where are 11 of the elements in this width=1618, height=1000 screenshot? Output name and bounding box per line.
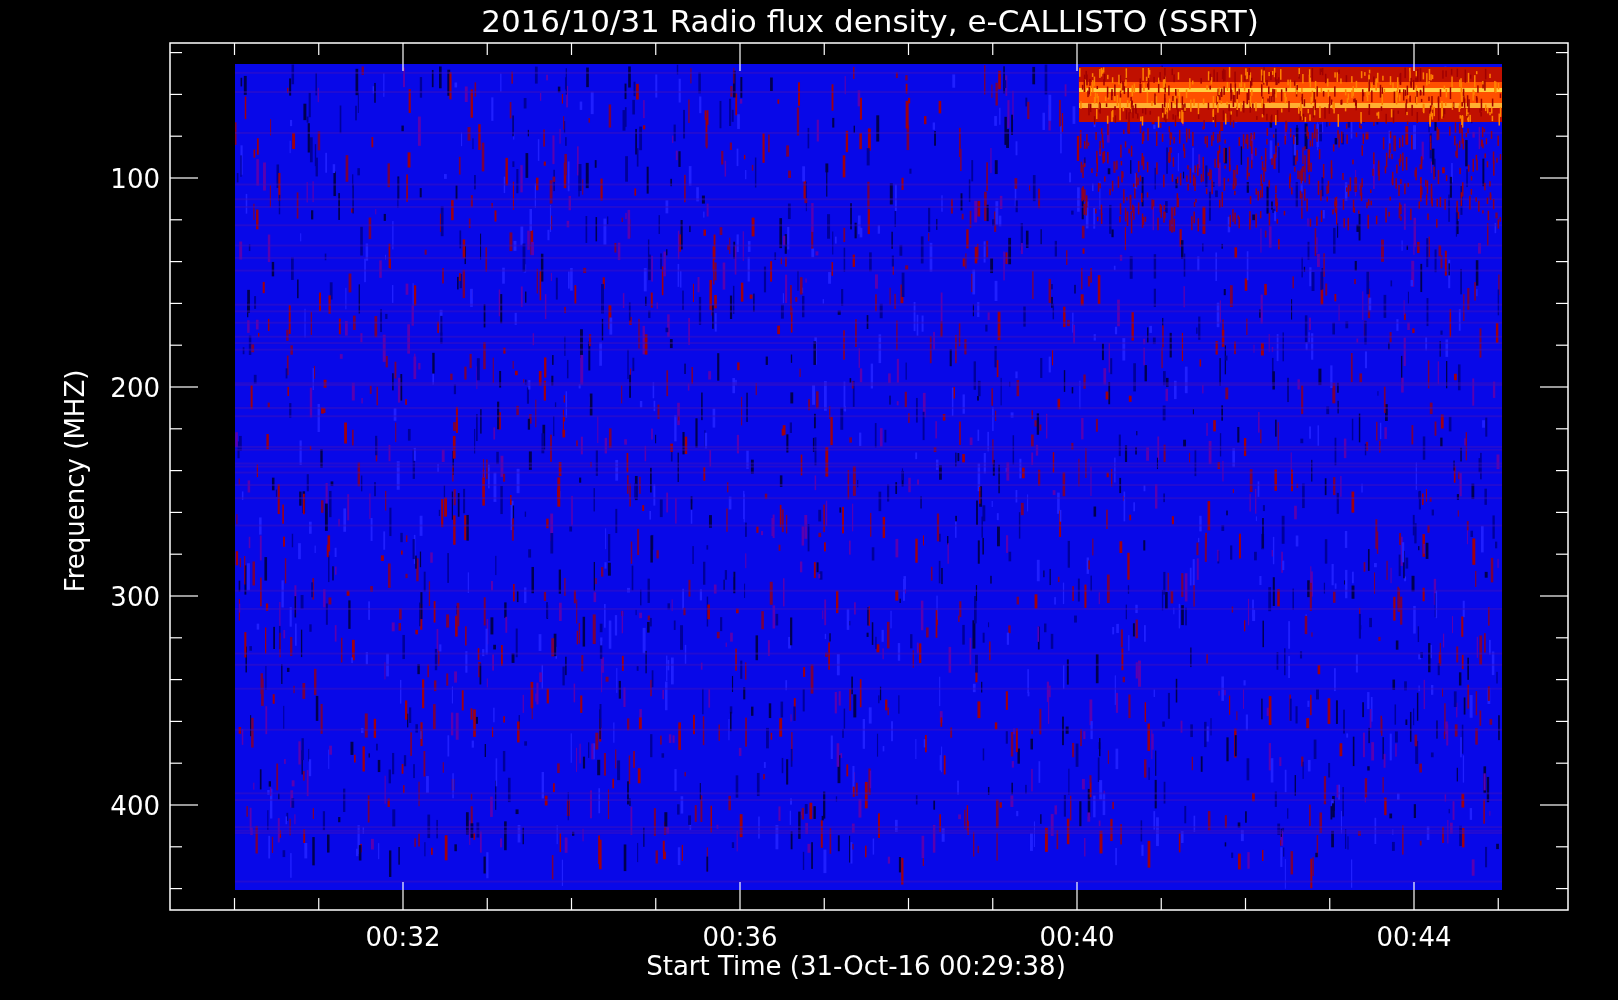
x-axis-label: Start Time (31-Oct-16 00:29:38) bbox=[646, 951, 1066, 981]
x-tick-label: 00:44 bbox=[1376, 922, 1452, 952]
y-tick-label: 400 bbox=[110, 791, 160, 821]
y-tick-label: 200 bbox=[110, 373, 160, 403]
y-tick-label: 300 bbox=[110, 582, 160, 612]
x-tick-label: 00:40 bbox=[1039, 922, 1115, 952]
x-tick-label: 00:32 bbox=[365, 922, 441, 952]
x-tick-label: 00:36 bbox=[702, 922, 778, 952]
chart-title: 2016/10/31 Radio flux density, e-CALLISTO (SSRT) bbox=[481, 3, 1259, 39]
y-axis-label: Frequency (MHZ) bbox=[60, 369, 90, 593]
y-tick-label: 100 bbox=[110, 164, 160, 194]
